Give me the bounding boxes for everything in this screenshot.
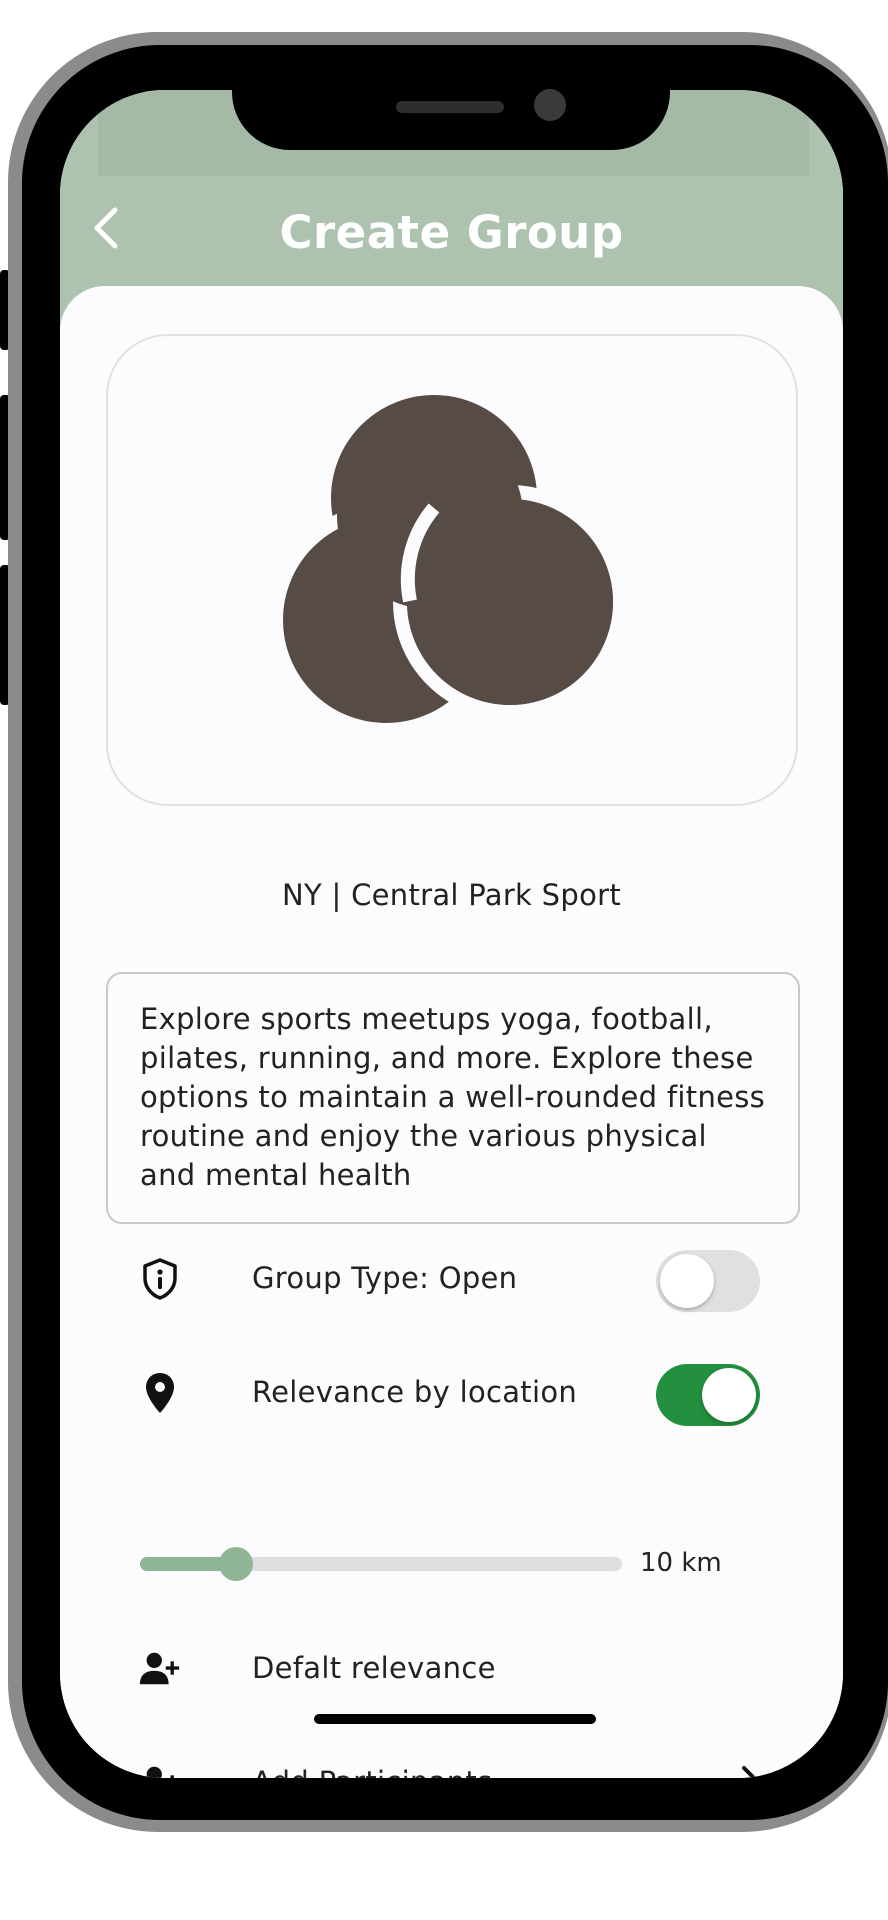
earpiece-speaker	[396, 101, 504, 113]
group-type-label: Group Type: Open	[252, 1261, 518, 1295]
device-frame: Create Group NY | Central Park Sport Exp	[0, 0, 888, 1920]
add-participants-row[interactable]: Add Participants	[60, 1748, 843, 1778]
distance-slider-row: 10 km	[60, 1540, 843, 1590]
main-content: NY | Central Park Sport Explore sports m…	[60, 286, 843, 1778]
group-description-field[interactable]: Explore sports meetups yoga, football, p…	[106, 972, 800, 1224]
group-type-row: Group Type: Open	[60, 1244, 843, 1314]
add-person-icon	[138, 1761, 182, 1778]
phone-notch	[232, 88, 670, 150]
front-camera	[534, 89, 566, 121]
group-logo-card[interactable]	[106, 334, 798, 806]
shield-info-icon	[138, 1257, 182, 1301]
group-type-toggle[interactable]	[656, 1250, 760, 1312]
relevance-location-label: Relevance by location	[252, 1375, 578, 1409]
distance-value: 10 km	[640, 1548, 722, 1578]
page-title: Create Group	[279, 206, 624, 259]
location-pin-icon	[138, 1371, 182, 1415]
default-relevance-label: Defalt relevance	[252, 1651, 496, 1685]
distance-slider-thumb[interactable]	[219, 1547, 254, 1581]
three-circles-logo-icon	[269, 381, 627, 737]
home-indicator	[314, 1714, 596, 1724]
default-relevance-row[interactable]: Defalt relevance	[60, 1634, 843, 1704]
app-screen: Create Group NY | Central Park Sport Exp	[60, 90, 843, 1778]
relevance-location-toggle[interactable]	[656, 1364, 760, 1426]
distance-slider-track[interactable]	[140, 1547, 622, 1581]
toggle-knob	[660, 1254, 714, 1308]
add-participants-label: Add Participants	[252, 1765, 493, 1778]
group-description-text: Explore sports meetups yoga, football, p…	[140, 1002, 766, 1192]
relevance-location-row: Relevance by location	[60, 1358, 843, 1428]
toggle-knob	[702, 1368, 756, 1422]
add-person-icon	[138, 1647, 182, 1691]
chevron-right-icon[interactable]	[732, 1762, 772, 1778]
group-name[interactable]: NY | Central Park Sport	[60, 878, 843, 912]
